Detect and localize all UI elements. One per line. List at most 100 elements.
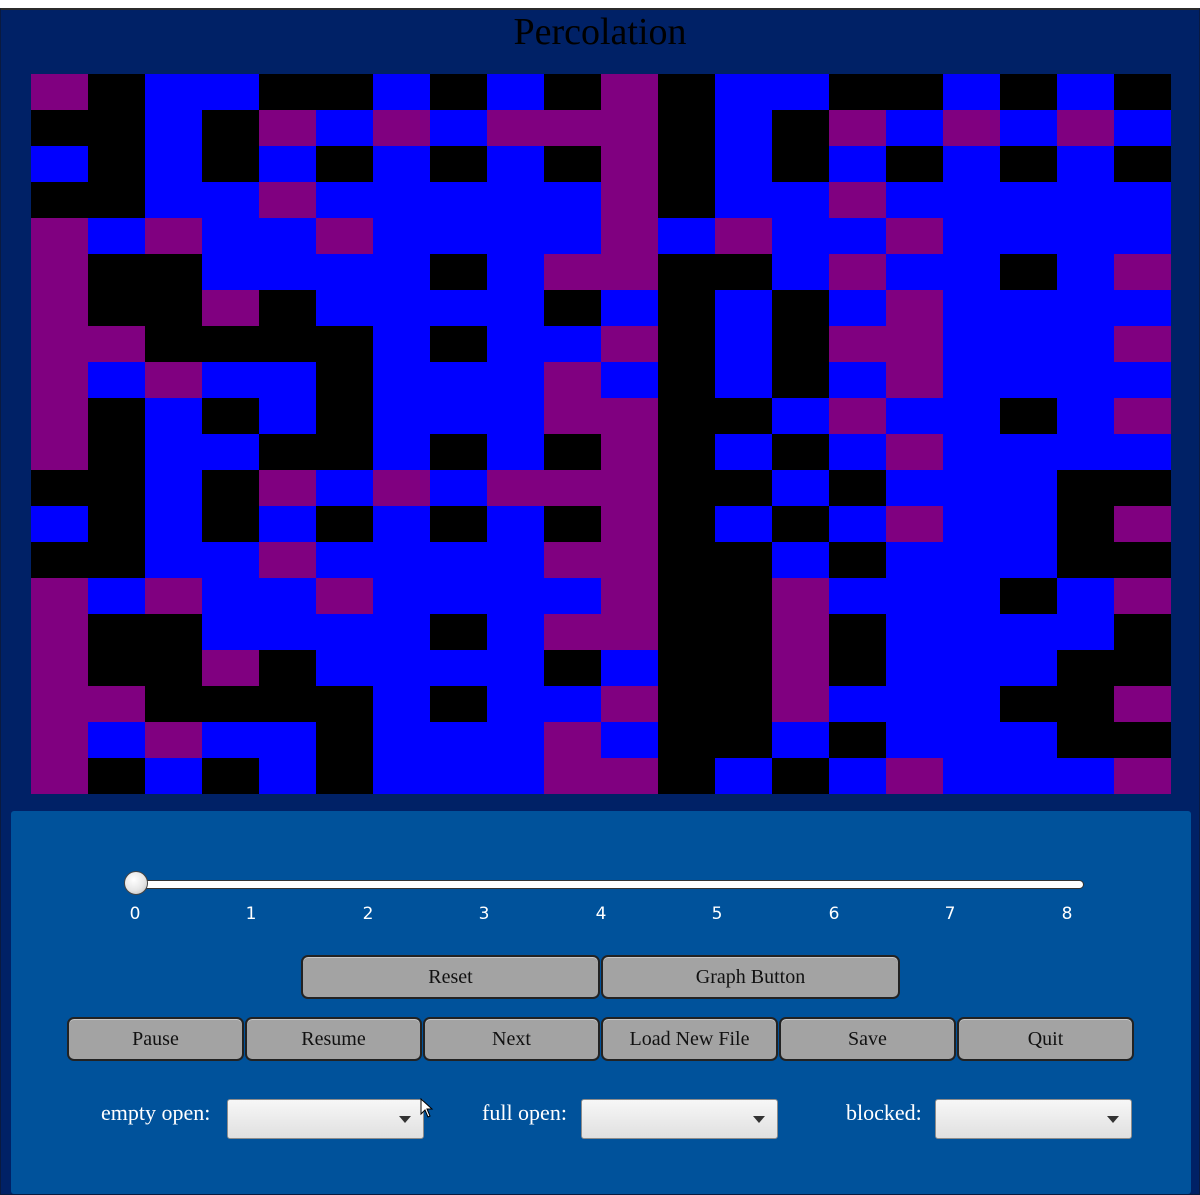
grid-cell-empty-open — [715, 758, 772, 794]
grid-cell-empty-open — [373, 74, 430, 110]
grid-cell-blocked — [31, 542, 88, 578]
grid-cell-empty-open — [430, 110, 487, 146]
grid-cell-empty-open — [373, 362, 430, 398]
slider-tick-label: 4 — [595, 904, 607, 924]
grid-cell-full-open — [544, 362, 601, 398]
grid-cell-empty-open — [487, 362, 544, 398]
grid-cell-full-open — [886, 326, 943, 362]
grid-cell-empty-open — [373, 290, 430, 326]
grid-cell-blocked — [259, 326, 316, 362]
speed-slider-thumb[interactable] — [124, 871, 148, 895]
grid-cell-empty-open — [316, 182, 373, 218]
resume-button[interactable]: Resume — [245, 1017, 422, 1061]
grid-cell-blocked — [316, 758, 373, 794]
grid-cell-blocked — [658, 398, 715, 434]
grid-cell-empty-open — [373, 758, 430, 794]
grid-cell-empty-open — [202, 614, 259, 650]
grid-cell-blocked — [88, 254, 145, 290]
grid-cell-full-open — [601, 218, 658, 254]
grid-cell-empty-open — [487, 74, 544, 110]
grid-cell-blocked — [772, 110, 829, 146]
grid-cell-empty-open — [1000, 470, 1057, 506]
grid-cell-empty-open — [430, 578, 487, 614]
grid-cell-empty-open — [772, 542, 829, 578]
grid-cell-blocked — [544, 146, 601, 182]
grid-cell-empty-open — [772, 254, 829, 290]
grid-cell-empty-open — [373, 398, 430, 434]
grid-cell-empty-open — [943, 434, 1000, 470]
grid-cell-empty-open — [772, 470, 829, 506]
grid-cell-blocked — [772, 362, 829, 398]
control-panel: 0 1 2 3 4 5 6 7 8 Reset Graph Button Pau… — [11, 811, 1191, 1194]
grid-cell-blocked — [88, 110, 145, 146]
save-button[interactable]: Save — [779, 1017, 956, 1061]
next-button[interactable]: Next — [423, 1017, 600, 1061]
full-open-color-select[interactable] — [581, 1099, 778, 1139]
grid-cell-full-open — [1057, 110, 1114, 146]
reset-button[interactable]: Reset — [301, 955, 600, 999]
grid-cell-blocked — [1114, 614, 1171, 650]
grid-cell-blocked — [1114, 146, 1171, 182]
grid-cell-empty-open — [886, 686, 943, 722]
grid-cell-blocked — [1000, 578, 1057, 614]
grid-cell-blocked — [1000, 254, 1057, 290]
grid-cell-empty-open — [487, 182, 544, 218]
grid-cell-empty-open — [430, 722, 487, 758]
grid-cell-empty-open — [943, 218, 1000, 254]
percolation-grid — [31, 74, 1171, 794]
graph-button[interactable]: Graph Button — [601, 955, 900, 999]
grid-cell-full-open — [31, 398, 88, 434]
pause-button[interactable]: Pause — [67, 1017, 244, 1061]
speed-slider-track[interactable] — [136, 880, 1084, 889]
grid-cell-empty-open — [943, 686, 1000, 722]
grid-cell-empty-open — [487, 722, 544, 758]
grid-cell-blocked — [1057, 650, 1114, 686]
grid-cell-full-open — [259, 470, 316, 506]
full-open-label: full open: — [482, 1100, 567, 1125]
grid-cell-full-open — [31, 254, 88, 290]
grid-cell-empty-open — [1000, 326, 1057, 362]
grid-cell-blocked — [544, 290, 601, 326]
grid-cell-blocked — [430, 326, 487, 362]
grid-cell-empty-open — [1000, 758, 1057, 794]
grid-cell-empty-open — [715, 110, 772, 146]
quit-button[interactable]: Quit — [957, 1017, 1134, 1061]
grid-cell-empty-open — [1057, 434, 1114, 470]
grid-cell-empty-open — [430, 542, 487, 578]
grid-cell-blocked — [1057, 722, 1114, 758]
grid-cell-blocked — [316, 722, 373, 758]
empty-open-color-select[interactable] — [227, 1099, 424, 1139]
grid-cell-empty-open — [1000, 434, 1057, 470]
grid-cell-blocked — [88, 614, 145, 650]
grid-cell-blocked — [202, 326, 259, 362]
grid-cell-full-open — [772, 578, 829, 614]
grid-cell-blocked — [772, 290, 829, 326]
grid-cell-blocked — [658, 758, 715, 794]
grid-cell-blocked — [202, 686, 259, 722]
grid-cell-full-open — [601, 470, 658, 506]
grid-cell-full-open — [943, 110, 1000, 146]
grid-cell-empty-open — [487, 218, 544, 254]
grid-cell-empty-open — [829, 146, 886, 182]
grid-cell-blocked — [1000, 398, 1057, 434]
load-new-file-button[interactable]: Load New File — [601, 1017, 778, 1061]
grid-cell-blocked — [658, 686, 715, 722]
grid-cell-empty-open — [373, 146, 430, 182]
grid-cell-empty-open — [487, 650, 544, 686]
grid-cell-blocked — [715, 650, 772, 686]
empty-open-label: empty open: — [101, 1100, 211, 1125]
grid-cell-empty-open — [943, 290, 1000, 326]
grid-cell-empty-open — [430, 290, 487, 326]
grid-cell-blocked — [316, 506, 373, 542]
grid-cell-full-open — [772, 686, 829, 722]
grid-cell-empty-open — [373, 614, 430, 650]
grid-cell-full-open — [601, 182, 658, 218]
grid-cell-empty-open — [943, 614, 1000, 650]
grid-cell-blocked — [658, 614, 715, 650]
grid-cell-blocked — [88, 542, 145, 578]
grid-cell-empty-open — [886, 650, 943, 686]
grid-cell-blocked — [658, 722, 715, 758]
blocked-color-select[interactable] — [935, 1099, 1132, 1139]
grid-cell-full-open — [544, 614, 601, 650]
grid-cell-blocked — [715, 398, 772, 434]
